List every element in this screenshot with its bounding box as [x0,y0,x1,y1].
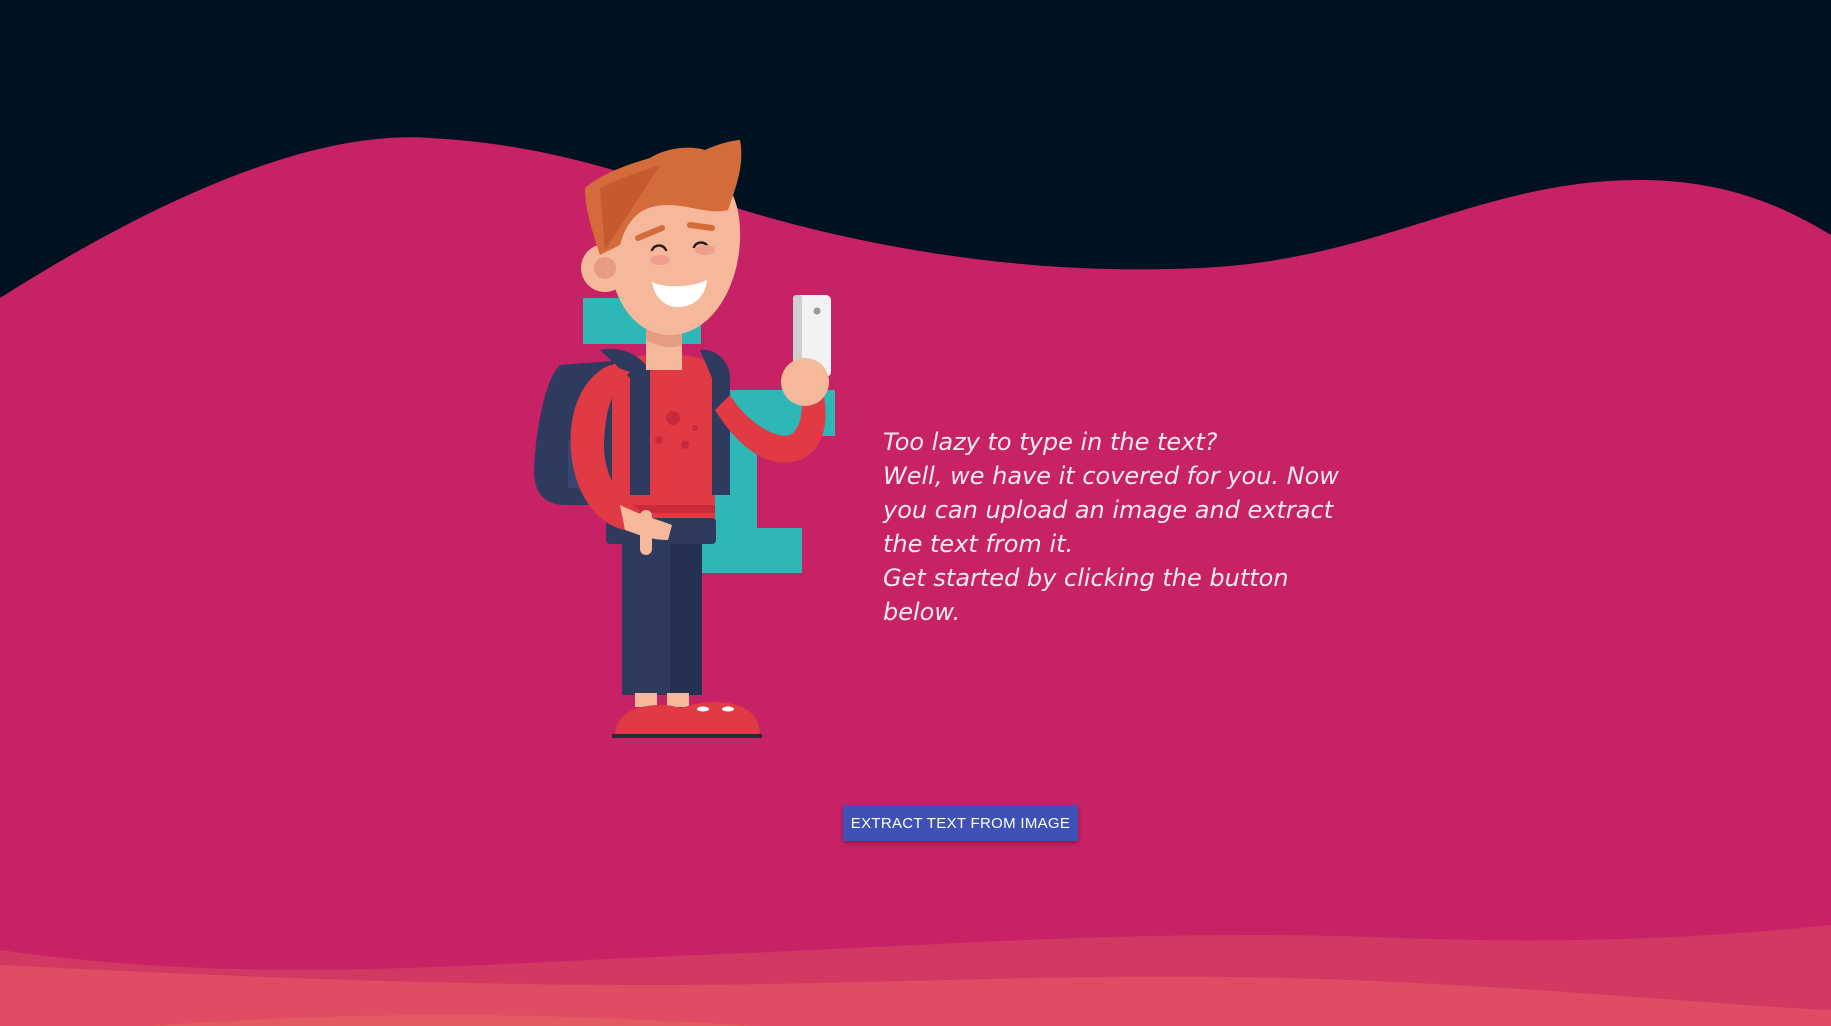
extract-text-button[interactable]: EXTRACT TEXT FROM IMAGE [843,805,1078,841]
page: Too lazy to type in the text? Well, we h… [0,0,1831,1026]
tagline-line-2: Well, we have it covered for you. Now yo… [883,462,1339,558]
tagline-line-3: Get started by clicking the button below… [883,564,1289,626]
tagline-line-1: Too lazy to type in the text? [883,428,1218,456]
man-with-phone-illustration [534,140,835,738]
tagline: Too lazy to type in the text? Well, we h… [883,425,1343,629]
